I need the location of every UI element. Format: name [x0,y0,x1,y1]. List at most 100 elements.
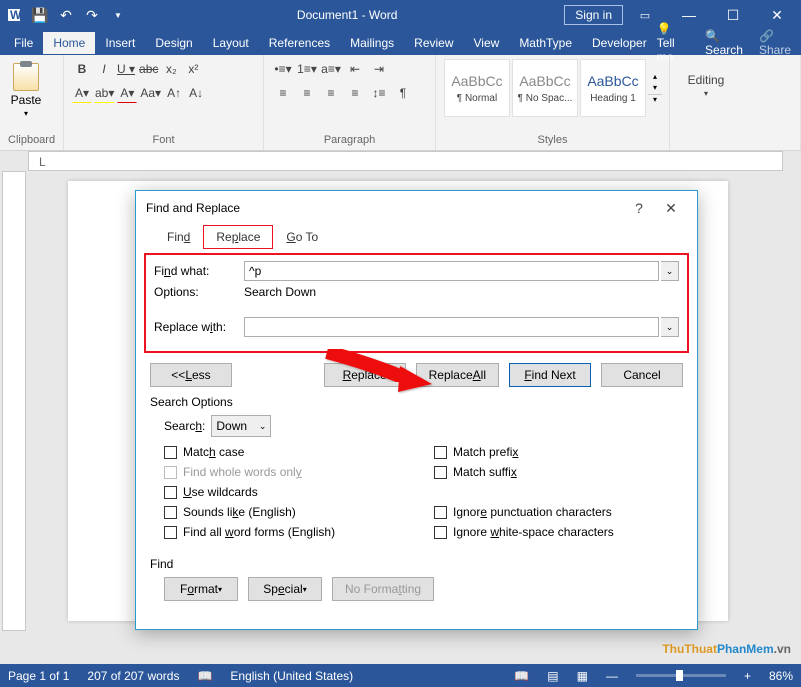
language-indicator[interactable]: English (United States) [230,669,353,683]
tab-replace[interactable]: Replace [203,225,273,249]
help-icon[interactable]: ? [623,197,655,219]
multilevel-button[interactable]: a≡▾ [320,59,342,79]
ignore-punct-checkbox[interactable]: Ignore punctuation characters [434,505,614,519]
style-heading1[interactable]: AaBbCc Heading 1 [580,59,646,117]
ruler-area: L [0,151,801,171]
close-dialog-icon[interactable]: ✕ [655,197,687,220]
tab-insert[interactable]: Insert [95,32,145,54]
styles-gallery[interactable]: AaBbCc ¶ Normal AaBbCc ¶ No Spac... AaBb… [444,59,662,117]
style-normal[interactable]: AaBbCc ¶ Normal [444,59,510,117]
tab-goto[interactable]: Go To [273,225,331,249]
ignore-white-checkbox[interactable]: Ignore white-space characters [434,525,614,539]
form-area-highlight: Find what: ⌄ Options: Search Down Replac… [144,253,689,353]
no-formatting-button: No Formatting [332,577,434,601]
ruler-label: L [39,155,46,169]
shrink-font-button[interactable]: A↓ [186,83,206,103]
underline-button[interactable]: U ▾ [116,59,136,79]
styles-more-button[interactable]: ▴ ▾ ▾ [648,59,662,117]
tab-view[interactable]: View [464,32,510,54]
find-what-dropdown-icon[interactable]: ⌄ [661,261,679,281]
search[interactable]: 🔍 Search [705,29,743,57]
replace-all-button[interactable]: Replace All [416,363,499,387]
zoom-out-icon[interactable]: — [606,669,618,683]
word-app-icon[interactable]: W [2,3,26,27]
align-left-button[interactable]: ≡ [272,83,294,103]
zoom-in-icon[interactable]: + [744,669,751,683]
less-button[interactable]: << Less [150,363,232,387]
view-read-icon[interactable]: 📖 [514,669,529,683]
spell-check-icon[interactable]: 📖 [197,669,212,683]
view-print-icon[interactable]: ▤ [547,669,558,683]
chevron-down-icon: ▾ [24,109,28,118]
tab-mailings[interactable]: Mailings [340,32,404,54]
special-button[interactable]: Special ▾ [248,577,322,601]
vertical-ruler[interactable] [2,171,26,631]
grow-font-button[interactable]: A↑ [164,83,184,103]
replace-with-input[interactable] [244,317,659,337]
options-value: Search Down [244,285,316,299]
tab-find[interactable]: Find [154,225,203,249]
find-what-input[interactable] [244,261,659,281]
subscript-button[interactable]: x₂ [161,59,181,79]
tab-review[interactable]: Review [404,32,463,54]
dialog-title: Find and Replace [146,201,623,215]
superscript-button[interactable]: x² [183,59,203,79]
italic-button[interactable]: I [94,59,114,79]
page-indicator[interactable]: Page 1 of 1 [8,669,69,683]
numbering-button[interactable]: 1≡▾ [296,59,318,79]
find-next-button[interactable]: Find Next [509,363,591,387]
justify-button[interactable]: ≡ [344,83,366,103]
line-spacing-button[interactable]: ↕≡ [368,83,390,103]
increase-indent-button[interactable]: ⇥ [368,59,390,79]
highlight-button[interactable]: ab▾ [94,83,115,103]
tab-design[interactable]: Design [145,32,202,54]
text-effects-button[interactable]: A▾ [72,83,92,103]
undo-icon[interactable]: ↶ [54,3,78,27]
match-prefix-checkbox[interactable]: Match prefix [434,445,614,459]
replace-with-dropdown-icon[interactable]: ⌄ [661,317,679,337]
tab-file[interactable]: File [4,32,43,54]
paste-button[interactable]: Paste ▾ [8,59,44,118]
zoom-slider[interactable] [636,674,726,677]
tab-references[interactable]: References [259,32,340,54]
font-color-button[interactable]: A▾ [117,83,137,103]
sign-in-button[interactable]: Sign in [564,5,623,25]
tab-mathtype[interactable]: MathType [509,32,582,54]
horizontal-ruler[interactable]: L [28,151,783,171]
align-right-button[interactable]: ≡ [320,83,342,103]
tab-home[interactable]: Home [43,32,95,54]
bold-button[interactable]: B [72,59,92,79]
match-suffix-checkbox[interactable]: Match suffix [434,465,614,479]
tab-layout[interactable]: Layout [203,32,259,54]
zoom-level[interactable]: 86% [769,669,793,683]
tab-developer[interactable]: Developer [582,32,657,54]
wildcards-checkbox[interactable]: Use wildcards [164,485,434,499]
decrease-indent-button[interactable]: ⇤ [344,59,366,79]
show-marks-button[interactable]: ¶ [392,83,414,103]
word-forms-checkbox[interactable]: Find all word forms (English) [164,525,434,539]
format-button[interactable]: Format ▾ [164,577,238,601]
share-button[interactable]: 🔗 Share [759,29,791,57]
view-web-icon[interactable]: ▦ [577,669,588,683]
align-center-button[interactable]: ≡ [296,83,318,103]
editing-dropdown[interactable]: Editing ▾ [678,59,734,98]
replace-button[interactable]: Replace [324,363,406,387]
word-count[interactable]: 207 of 207 words [87,669,179,683]
strikethrough-button[interactable]: abc [138,59,159,79]
match-case-checkbox[interactable]: Match case [164,445,434,459]
search-direction-select[interactable]: Down⌄ [211,415,271,437]
cancel-button[interactable]: Cancel [601,363,683,387]
bullets-button[interactable]: •≡▾ [272,59,294,79]
ribbon-tabs: File Home Insert Design Layout Reference… [0,30,801,55]
redo-icon[interactable]: ↷ [80,3,104,27]
style-no-spacing[interactable]: AaBbCc ¶ No Spac... [512,59,578,117]
find-section: Find Format ▾ Special ▾ No Formatting [136,547,697,611]
sounds-like-checkbox[interactable]: Sounds like (English) [164,505,434,519]
dialog-tabs: Find Replace Go To [136,225,697,249]
qat-dropdown-icon[interactable]: ▼ [106,3,130,27]
group-font-label: Font [72,134,255,148]
dialog-titlebar[interactable]: Find and Replace ? ✕ [136,191,697,225]
change-case-button[interactable]: Aa▾ [139,83,162,103]
save-icon[interactable]: 💾 [28,3,52,27]
watermark: ThuThuatPhanMem.vn [662,633,791,659]
